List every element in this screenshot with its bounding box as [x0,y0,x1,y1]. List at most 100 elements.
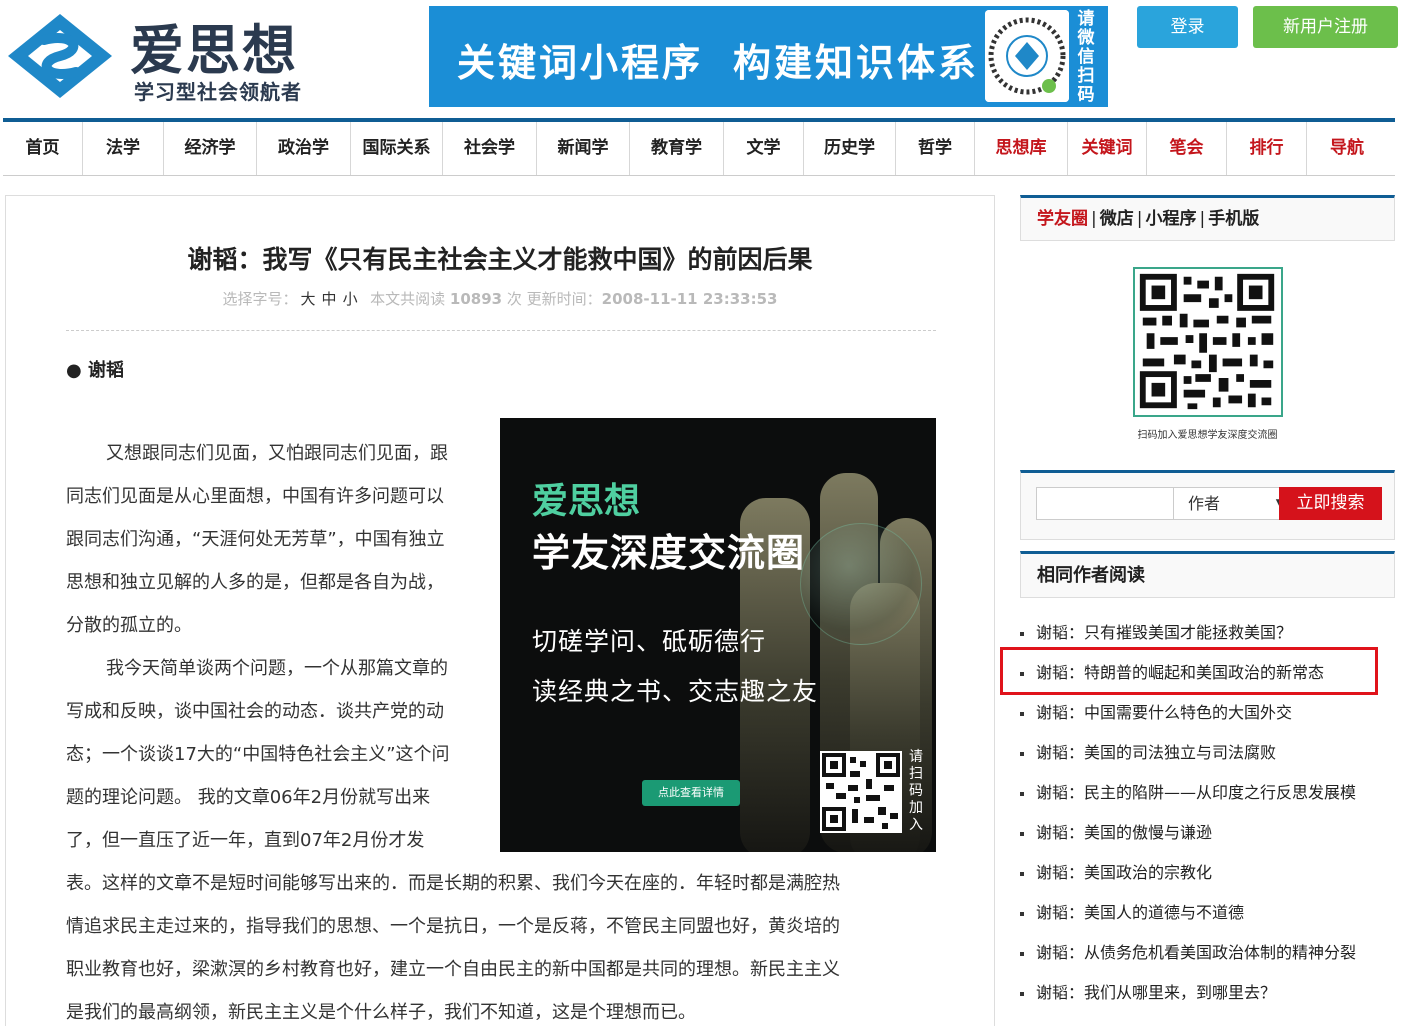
article-panel: 谢韬：我写《只有民主社会主义才能救中国》的前因后果 选择字号：大中小 本文共阅读… [5,195,995,1026]
font-size-small-link[interactable]: 小 [343,290,358,308]
article-title: 谢韬：我写《只有民主社会主义才能救中国》的前因后果 [187,245,813,274]
text-line: 了，但一直压了近一年，直到07年2月份才发 [66,830,425,851]
related-article-title: 谢韬：只有摧毁美国才能拯救美国？ [1036,623,1293,642]
bullet-icon [1020,751,1024,756]
text-line: 我今天简单谈两个问题，一个从那篇文章的 [106,658,448,679]
sidebar-tabs: 学友圈 | 微店 | 小程序 | 手机版 [1020,195,1395,241]
text-line: 又想跟同志们见面，又怕跟同志们见面，跟 [106,443,448,464]
nav-item[interactable]: 历史学 [804,122,896,175]
same-author-heading: 相同作者阅读 [1020,551,1395,598]
site-logo[interactable]: 爱思想 学习型社会领航者 [2,4,322,104]
ad-qr-label: 请扫码加入 [909,749,923,833]
ad-details-button[interactable]: 点此查看详情 [642,780,740,806]
banner-text-1: 关键词小程序 [457,41,704,85]
text-line: 态；一个谈谈17大的“中国特色社会主义”这个问 [66,744,450,765]
ad-line-1: 切磋学问、砥砺德行 [532,627,767,656]
ad-sphere-decoration [800,523,922,645]
main-nav: 首页 法学 经济学 政治学 国际关系 社会学 新闻学 教育学 文学 历史学 哲学 思想库 关键词 笔会 排行… [3,118,1395,176]
related-article-link[interactable]: 谢韬：美国政治的宗教化 [1018,853,1398,893]
article-meta: 选择字号：大中小 本文共阅读 10893 次 更新时间：2008-11-11 2… [6,288,994,309]
tab-miniprogram[interactable]: 小程序 [1145,209,1196,229]
title-divider [66,330,936,331]
tab-xueyouquan[interactable]: 学友圈 [1037,209,1088,229]
read-count-suffix: 次 更新时间： [506,290,602,308]
related-article-title: 谢韬：美国的傲慢与谦逊 [1036,823,1213,842]
ad-qr-code-icon [820,751,902,833]
related-article-link[interactable]: 谢韬：民主的陷阱——从印度之行反思发展模 [1018,773,1398,813]
font-size-medium-link[interactable]: 中 [322,290,337,308]
bullet-icon [1020,831,1024,836]
paragraph-2-continued: 表。这样的文章不是短时间能够写出来的．而是长期的积累、我们今天在座的．年轻时都是… [66,862,931,1026]
tab-separator: | [1199,209,1206,229]
text-line: 是我们的最高纲领，新民主主义是个什么样子，我们不知道，这是个理想而已。 [66,1002,696,1023]
tab-weidian[interactable]: 微店 [1100,209,1134,229]
related-article-title: 谢韬：美国政治的宗教化 [1036,863,1213,882]
bullet-icon [1020,631,1024,636]
text-line: 表。这样的文章不是短时间能够写出来的．而是长期的积累、我们今天在座的．年轻时都是… [66,873,840,894]
search-type-select[interactable]: 作者 ▼ [1174,487,1294,520]
related-article-title: 谢韬：我们从哪里来，到哪里去？ [1036,983,1277,1002]
nav-item[interactable]: 排行 [1227,122,1307,175]
nav-item[interactable]: 文学 [724,122,804,175]
related-article-link[interactable]: 谢韬：美国人的道德与不道德 [1018,893,1398,933]
banner-text: 关键词小程序 构建知识体系 [457,32,979,87]
related-article-link[interactable]: 谢韬：我们从哪里来，到哪里去？ [1018,973,1398,1013]
nav-item[interactable]: 笔会 [1147,122,1227,175]
search-input[interactable] [1036,487,1174,520]
nav-item[interactable]: 哲学 [896,122,975,175]
paragraph-1: 又想跟同志们见面，又怕跟同志们见面，跟 同志们见面是从心里面想，中国有许多问题可… [66,432,486,647]
logo-mark-icon [8,14,112,98]
nav-item[interactable]: 国际关系 [351,122,443,175]
text-line: 职业教育也好，梁漱溟的乡村教育也好，建立一个自由民主的新中国都是共同的理想。新民… [66,959,840,980]
text-line: 思想和独立见解的人多的是，但都是各自为战， [66,572,444,593]
related-article-link[interactable]: 谢韬：美国的傲慢与谦逊 [1018,813,1398,853]
nav-item[interactable]: 经济学 [164,122,257,175]
text-line: 写成和反映，谈中国社会的动态．谈共产党的动 [66,701,444,722]
related-article-link[interactable]: 谢韬：美国的司法独立与司法腐败 [1018,733,1398,773]
update-time: 2008-11-11 23:33:53 [601,290,778,308]
login-button[interactable]: 登录 [1137,6,1238,48]
top-banner-ad[interactable]: 关键词小程序 构建知识体系 请微信扫码 [429,6,1108,107]
nav-item[interactable]: 政治学 [257,122,351,175]
related-article-title: 谢韬：美国人的道德与不道德 [1036,903,1245,922]
search-box: 作者 ▼ 立即搜索 [1020,470,1395,540]
tab-separator: | [1091,209,1097,229]
highlight-box [1000,647,1378,695]
text-line: 跟同志们沟通，“天涯何处无芳草”，中国有独立 [66,529,445,550]
inline-ad[interactable]: 爱思想 学友深度交流圈 切磋学问、砥砺德行 读经典之书、交志趣之友 点此查看详情… [500,418,936,852]
sidebar-qr-caption: 扫码加入爱思想学友深度交流圈 [1137,430,1278,441]
text-line: 同志们见面是从心里面想，中国有许多问题可以 [66,486,444,507]
font-size-label: 选择字号： [222,290,298,308]
tab-mobile[interactable]: 手机版 [1208,209,1259,229]
text-line: 题的理论问题。 我的文章06年2月份就写出来 [66,787,431,808]
related-article-link[interactable]: 谢韬：中国需要什么特色的大国外交 [1018,693,1398,733]
nav-item[interactable]: 法学 [83,122,164,175]
register-button[interactable]: 新用户注册 [1253,6,1398,48]
bullet-icon [1020,791,1024,796]
nav-item[interactable]: 思想库 [975,122,1068,175]
text-line: 分散的孤立的。 [66,615,192,636]
nav-item[interactable]: 导航 [1307,122,1387,175]
nav-item[interactable]: 关键词 [1068,122,1147,175]
bullet-icon [1020,991,1024,996]
ad-title-2: 学友深度交流圈 [532,531,806,575]
article-author: ● 谢韬 [66,360,124,381]
read-count: 10893 [449,290,503,308]
nav-item[interactable]: 教育学 [630,122,724,175]
nav-item[interactable]: 社会学 [443,122,537,175]
nav-item[interactable]: 新闻学 [537,122,630,175]
related-article-title: 谢韬：美国的司法独立与司法腐败 [1036,743,1277,762]
related-article-title: 谢韬：民主的陷阱——从印度之行反思发展模 [1036,783,1357,802]
font-size-large-link[interactable]: 大 [301,290,316,308]
logo-title: 爱思想 [130,19,298,82]
ad-line-2: 读经典之书、交志趣之友 [532,677,819,706]
related-article-link[interactable]: 谢韬：从债务危机看美国政治体制的精神分裂 [1018,933,1398,973]
related-article-title: 谢韬：中国需要什么特色的大国外交 [1036,703,1293,722]
sidebar-qr-code-icon [1133,267,1283,417]
banner-qr-label: 请微信扫码 [1077,9,1095,105]
bullet-icon [1020,951,1024,956]
nav-item[interactable]: 首页 [3,122,83,175]
search-button[interactable]: 立即搜索 [1279,487,1382,520]
tab-separator: | [1136,209,1143,229]
ad-title-1: 爱思想 [532,481,641,522]
